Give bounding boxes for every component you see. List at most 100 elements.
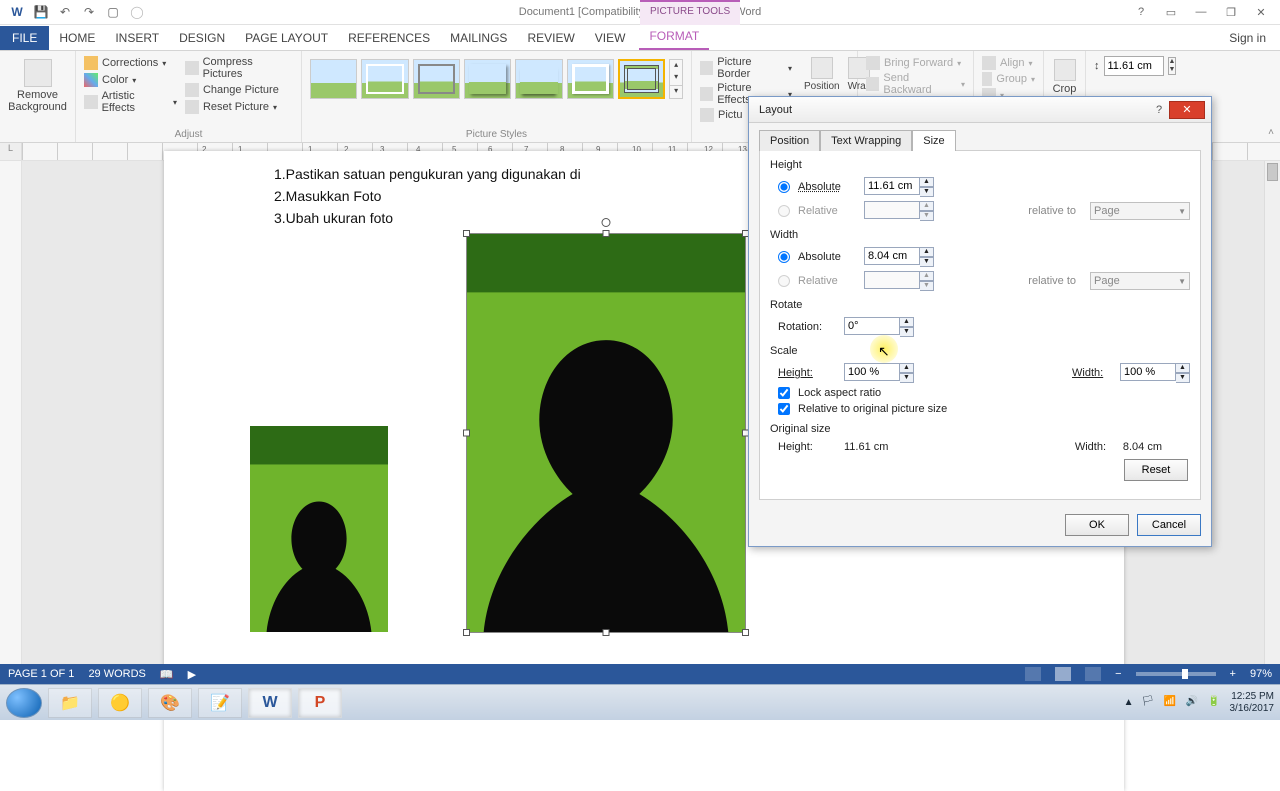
style-thumb-7[interactable] bbox=[618, 59, 665, 99]
height-absolute-radio[interactable] bbox=[778, 181, 790, 193]
rotation-handle[interactable] bbox=[602, 218, 611, 227]
sign-in-link[interactable]: Sign in bbox=[1215, 26, 1280, 50]
style-thumb-4[interactable] bbox=[464, 59, 511, 99]
style-thumb-2[interactable] bbox=[361, 59, 408, 99]
resize-handle-s[interactable] bbox=[603, 629, 610, 636]
tab-insert[interactable]: INSERT bbox=[105, 26, 169, 50]
style-thumb-5[interactable] bbox=[515, 59, 562, 99]
style-thumb-6[interactable] bbox=[567, 59, 614, 99]
minimize-icon[interactable]: — bbox=[1192, 3, 1210, 21]
dialog-tab-text-wrapping[interactable]: Text Wrapping bbox=[820, 130, 912, 151]
tray-expand-icon[interactable]: ▲ bbox=[1124, 697, 1134, 708]
scale-width-input[interactable] bbox=[1120, 363, 1176, 381]
picture-style-gallery[interactable]: ▴▾▾ bbox=[310, 55, 683, 99]
view-print-layout[interactable] bbox=[1055, 667, 1071, 681]
style-thumb-3[interactable] bbox=[413, 59, 460, 99]
picture-border-button[interactable]: Picture Border▾ bbox=[700, 55, 792, 81]
zoom-percent[interactable]: 97% bbox=[1250, 668, 1272, 680]
vertical-ruler[interactable] bbox=[0, 161, 22, 680]
remove-background-button[interactable]: Remove Background bbox=[8, 55, 67, 117]
crop-button[interactable]: Crop bbox=[1052, 55, 1077, 99]
zoom-slider[interactable] bbox=[1136, 672, 1216, 676]
tab-format[interactable]: FORMAT bbox=[639, 24, 709, 50]
view-web-layout[interactable] bbox=[1085, 667, 1101, 681]
status-macro-icon[interactable]: ▶ bbox=[188, 668, 196, 681]
touch-mode-icon[interactable]: ◯ bbox=[130, 5, 144, 19]
zoom-in-button[interactable]: + bbox=[1230, 668, 1236, 680]
gallery-more-button[interactable]: ▴▾▾ bbox=[669, 59, 683, 99]
relative-original-checkbox[interactable] bbox=[778, 403, 790, 415]
scrollbar-thumb[interactable] bbox=[1267, 163, 1278, 181]
height-relative-radio[interactable] bbox=[778, 205, 790, 217]
photo-small[interactable] bbox=[250, 426, 388, 632]
width-absolute-input[interactable] bbox=[864, 247, 920, 265]
tab-review[interactable]: REVIEW bbox=[517, 26, 584, 50]
resize-handle-w[interactable] bbox=[463, 430, 470, 437]
reset-picture-button[interactable]: Reset Picture▾ bbox=[185, 99, 293, 115]
reset-button[interactable]: Reset bbox=[1124, 459, 1188, 481]
artistic-effects-button[interactable]: Artistic Effects▾ bbox=[84, 89, 177, 115]
task-explorer[interactable]: 📁 bbox=[48, 688, 92, 718]
undo-icon[interactable]: ↶ bbox=[58, 5, 72, 19]
bring-forward-button[interactable]: Bring Forward▾ bbox=[866, 55, 965, 71]
status-proofing-icon[interactable]: 📖 bbox=[160, 668, 174, 681]
width-relative-radio[interactable] bbox=[778, 275, 790, 287]
tab-page-layout[interactable]: PAGE LAYOUT bbox=[235, 26, 338, 50]
vertical-scrollbar[interactable] bbox=[1264, 161, 1280, 680]
tab-mailings[interactable]: MAILINGS bbox=[440, 26, 517, 50]
lock-aspect-checkbox[interactable] bbox=[778, 387, 790, 399]
view-read-mode[interactable] bbox=[1025, 667, 1041, 681]
color-button[interactable]: Color▾ bbox=[84, 72, 177, 88]
close-icon[interactable]: ✕ bbox=[1252, 3, 1270, 21]
resize-handle-n[interactable] bbox=[603, 230, 610, 237]
help-icon[interactable]: ? bbox=[1132, 3, 1150, 21]
task-word[interactable]: W bbox=[248, 688, 292, 718]
task-paint[interactable]: 🎨 bbox=[148, 688, 192, 718]
tray-action-center-icon[interactable]: 🏳 bbox=[1142, 696, 1156, 710]
new-doc-icon[interactable]: ▢ bbox=[106, 5, 120, 19]
height-absolute-input[interactable] bbox=[864, 177, 920, 195]
dialog-titlebar[interactable]: Layout ? ✕ bbox=[749, 97, 1211, 123]
ribbon-options-icon[interactable]: ▭ bbox=[1162, 3, 1180, 21]
change-picture-button[interactable]: Change Picture bbox=[185, 82, 293, 98]
tray-volume-icon[interactable]: 🔊 bbox=[1186, 696, 1200, 710]
rotation-input[interactable] bbox=[844, 317, 900, 335]
style-thumb-1[interactable] bbox=[310, 59, 357, 99]
task-notepad[interactable]: 📝 bbox=[198, 688, 242, 718]
ok-button[interactable]: OK bbox=[1065, 514, 1129, 536]
resize-handle-sw[interactable] bbox=[463, 629, 470, 636]
zoom-slider-knob[interactable] bbox=[1182, 669, 1188, 679]
spin-up-icon[interactable]: ▲ bbox=[920, 177, 934, 187]
spin-down-icon[interactable]: ▼ bbox=[920, 187, 934, 197]
photo-large-selected[interactable] bbox=[466, 233, 746, 633]
width-absolute-radio[interactable] bbox=[778, 251, 790, 263]
resize-handle-nw[interactable] bbox=[463, 230, 470, 237]
status-words[interactable]: 29 WORDS bbox=[88, 668, 145, 680]
tray-network-icon[interactable]: 📶 bbox=[1164, 696, 1178, 710]
zoom-out-button[interactable]: − bbox=[1115, 668, 1121, 680]
restore-icon[interactable]: ❐ bbox=[1222, 3, 1240, 21]
dialog-tab-position[interactable]: Position bbox=[759, 130, 820, 151]
dialog-close-button[interactable]: ✕ bbox=[1169, 101, 1205, 119]
task-powerpoint[interactable]: P bbox=[298, 688, 342, 718]
task-chrome[interactable]: 🟡 bbox=[98, 688, 142, 718]
cancel-button[interactable]: Cancel bbox=[1137, 514, 1201, 536]
tab-references[interactable]: REFERENCES bbox=[338, 26, 440, 50]
tab-view[interactable]: VIEW bbox=[585, 26, 636, 50]
scale-height-input[interactable] bbox=[844, 363, 900, 381]
redo-icon[interactable]: ↷ bbox=[82, 5, 96, 19]
dialog-help-icon[interactable]: ? bbox=[1149, 104, 1169, 116]
corrections-button[interactable]: Corrections▾ bbox=[84, 55, 177, 71]
start-button[interactable] bbox=[6, 688, 42, 718]
group-button[interactable]: Group▾ bbox=[982, 71, 1035, 87]
resize-handle-se[interactable] bbox=[742, 629, 749, 636]
position-button[interactable]: Position bbox=[802, 55, 842, 94]
document-text[interactable]: 1.Pastikan satuan pengukuran yang diguna… bbox=[274, 163, 581, 229]
dialog-tab-size[interactable]: Size bbox=[912, 130, 955, 151]
send-backward-button[interactable]: Send Backward▾ bbox=[866, 71, 965, 97]
align-button[interactable]: Align▾ bbox=[982, 55, 1035, 71]
collapse-ribbon-icon[interactable]: ˄ bbox=[1268, 127, 1274, 138]
taskbar-clock[interactable]: 12:25 PM 3/16/2017 bbox=[1230, 691, 1275, 715]
compress-pictures-button[interactable]: Compress Pictures bbox=[185, 55, 293, 81]
save-icon[interactable]: 💾 bbox=[34, 5, 48, 19]
